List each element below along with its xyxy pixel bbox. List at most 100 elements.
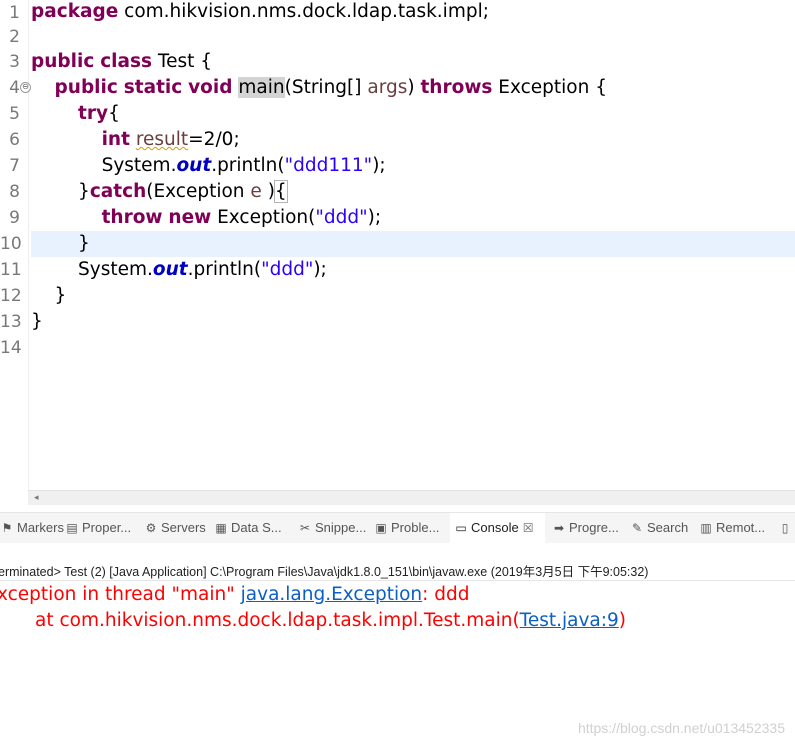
keyword: package [31,1,119,22]
tab-label: Markers [17,520,64,535]
code-text: ); [372,155,386,176]
exception-class-link[interactable]: java.lang.Exception [241,584,423,605]
line-number: 8 [9,182,20,202]
line-number: 4 [9,78,20,98]
tab-problems[interactable]: ▣ Proble... [374,513,446,543]
line-number: 5 [9,104,20,124]
code-text: } [78,181,90,202]
tab-snippets[interactable]: ✂ Snippe... [298,513,370,543]
source-location-link[interactable]: Test.java:9 [520,610,619,631]
properties-icon: ▤ [66,521,78,535]
view-icon: ▯ [781,521,789,535]
code-text: } [31,311,43,332]
code-line-3[interactable]: public class Test { [31,49,795,75]
line-number: 2 [9,27,20,47]
console-view[interactable]: erminated> Test (2) [Java Application] C… [0,543,795,744]
string-literal: "ddd" [261,259,314,280]
code-text: ) [261,181,275,202]
tab-markers[interactable]: ⚑ Markers [0,513,64,543]
error-text: : ddd [422,584,470,605]
code-line-12[interactable]: } [31,283,795,309]
code-line-6[interactable]: int result=2/0; [31,127,795,153]
error-text: at com.hikvision.nms.dock.ldap.task.impl… [35,610,520,631]
markers-icon: ⚑ [1,521,13,535]
error-text: xception in thread "main" [0,584,241,605]
problems-icon: ▣ [375,521,387,535]
line-number: 12 [0,286,22,306]
keyword: class [100,51,153,72]
keyword: catch [89,181,147,202]
tab-label: Servers [161,520,206,535]
keyword: int [101,129,130,150]
progress-icon: ➡ [553,521,565,535]
tab-console[interactable]: ▭ Console ☒ [450,513,545,543]
console-icon: ▭ [455,521,467,535]
tab-label: Proper... [82,520,132,535]
console-process-label: erminated> Test (2) [Java Application] C… [0,565,649,579]
search-icon: ✎ [631,521,643,535]
method-name-highlight: main [238,77,285,98]
line-number: 6 [9,130,20,150]
tab-properties[interactable]: ▤ Proper... [65,513,140,543]
data-source-icon: ▦ [215,521,227,535]
code-line-10-current[interactable]: } [31,231,795,257]
keyword: throw [101,207,163,228]
keyword: public [31,51,95,72]
code-text: .println( [211,155,285,176]
keyword: new [168,207,212,228]
line-number: 3 [9,52,20,72]
string-literal: "ddd" [315,207,368,228]
tab-servers[interactable]: ⚙ Servers [144,513,210,543]
code-text: ); [367,207,382,228]
code-text: (String[] [284,77,368,98]
code-line-4[interactable]: public static void main(String[] args) t… [31,75,795,101]
tab-remote[interactable]: ▥ Remot... [699,513,771,543]
tab-more[interactable]: ▯ [778,513,795,543]
line-number: 7 [9,156,20,176]
keyword: public [54,77,118,98]
code-text: Exception( [211,207,316,228]
tab-progress[interactable]: ➡ Progre... [552,513,624,543]
tab-search[interactable]: ✎ Search [630,513,694,543]
line-number: 1 [9,3,20,23]
code-editor[interactable]: 1 2 3 4 ⊖ 5 6 7 8 9 10 11 12 13 14 packa… [0,0,795,490]
close-icon[interactable]: ☒ [523,521,534,535]
string-literal: "ddd111" [284,155,373,176]
code-line-1[interactable]: package com.hikvision.nms.dock.ldap.task… [31,0,795,25]
code-line-8[interactable]: }catch(Exception e ){ [31,179,795,205]
code-line-13[interactable]: } [31,309,795,335]
stack-trace-line: at com.hikvision.nms.dock.ldap.task.impl… [35,609,626,633]
line-number: 10 [0,234,22,254]
watermark: https://blog.csdn.net/u013452335 [577,720,785,736]
line-number: 14 [0,338,22,358]
code-text: { [108,103,120,124]
servers-icon: ⚙ [145,521,157,535]
parameter-name: args [367,77,408,98]
code-text: Exception { [492,77,607,98]
scroll-left-icon[interactable]: ◂ [34,491,39,505]
horizontal-scrollbar[interactable]: ◂ [28,490,795,505]
matching-bracket: { [273,180,288,203]
unused-variable-warning: result [135,129,189,150]
line-number: 13 [0,312,22,332]
keyword: try [78,103,109,124]
keyword: void [188,77,233,98]
code-line-9[interactable]: throw new Exception("ddd"); [31,205,795,231]
line-number: 9 [9,208,20,228]
tab-label: Remot... [716,520,766,535]
snippets-icon: ✂ [299,521,311,535]
tab-data-source[interactable]: ▦ Data S... [214,513,290,543]
line-number-gutter: 1 2 3 4 ⊖ 5 6 7 8 9 10 11 12 13 14 [0,0,31,490]
code-text: .println( [187,259,262,280]
code-line-11[interactable]: System.out.println("ddd"); [31,257,795,283]
code-text: } [78,233,90,254]
code-line-7[interactable]: System.out.println("ddd111"); [31,153,795,179]
code-text: System. [101,155,177,176]
fold-collapse-icon[interactable]: ⊖ [20,82,31,93]
code-text: (Exception [146,181,251,202]
code-text: } [54,285,67,306]
tab-label: Proble... [391,520,440,535]
tab-label: Search [647,520,689,535]
code-text: Test { [152,51,212,72]
code-line-5[interactable]: try{ [31,101,795,127]
